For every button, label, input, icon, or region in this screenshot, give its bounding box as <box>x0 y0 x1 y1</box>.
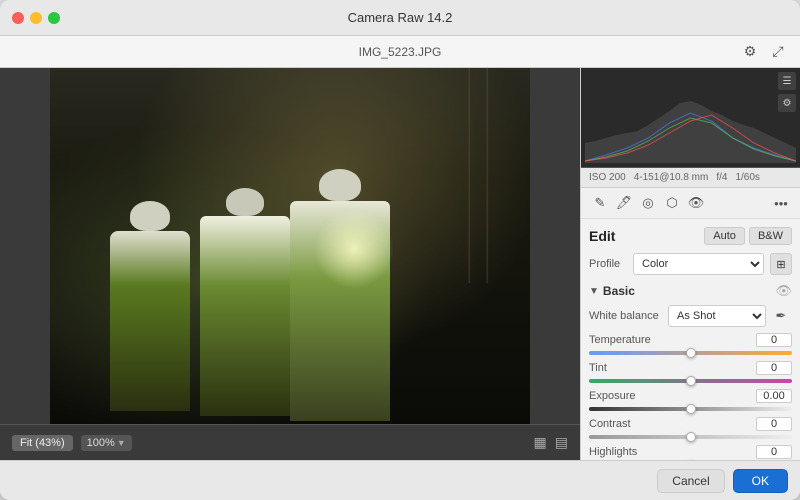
wb-eyedropper-icon[interactable]: ✒ <box>770 305 792 327</box>
profile-select[interactable]: Color <box>633 253 764 275</box>
edit-header: Edit Auto B&W <box>589 227 792 245</box>
meta-bar: ISO 200 4-151@10.8 mm f/4 1/60s <box>581 168 800 188</box>
slider-thumb[interactable] <box>686 348 696 358</box>
slider-track[interactable] <box>589 435 792 439</box>
settings-icon[interactable]: ⚙ <box>740 42 760 62</box>
histogram-chart <box>585 83 796 163</box>
title-bar: Camera Raw 14.2 <box>0 0 800 36</box>
histogram-panel-icons: ☰ ⚙ <box>778 72 796 112</box>
basic-title-label: Basic <box>603 284 635 298</box>
slider-value[interactable]: 0 <box>756 417 792 431</box>
basic-section-title: ▼ Basic <box>589 284 635 298</box>
fit-button[interactable]: Fit (43%) <box>12 435 73 451</box>
slider-value[interactable]: 0 <box>756 333 792 347</box>
white-balance-row: White balance As Shot ✒ <box>589 305 792 327</box>
basic-chevron-icon: ▼ <box>589 286 599 297</box>
shutter-label: 1/60s <box>735 172 759 183</box>
zoom-value: 100% <box>87 437 115 449</box>
image-toolbar: Fit (43%) 100% ▼ ▦ ▤ <box>0 424 580 460</box>
bottom-bar: Cancel OK <box>0 460 800 500</box>
traffic-lights <box>12 12 60 24</box>
edit-buttons: Auto B&W <box>704 227 792 245</box>
detail-panel-icon[interactable]: 👁 <box>685 192 707 214</box>
grid-view-icon[interactable]: ▦ <box>534 434 547 451</box>
sliders-container: Temperature 0 Tint 0 Exposure 0.00 <box>589 333 792 460</box>
profile-label: Profile <box>589 258 627 270</box>
auto-button[interactable]: Auto <box>704 227 745 245</box>
eyedropper-panel-icon[interactable]: 🖊 <box>613 192 635 214</box>
edit-title: Edit <box>589 228 615 244</box>
close-button[interactable] <box>12 12 24 24</box>
iso-label: ISO 200 <box>589 172 626 183</box>
filmstrip-icon[interactable]: ▤ <box>555 434 568 451</box>
photo-container <box>50 68 530 424</box>
filename-label: IMG_5223.JPG <box>359 45 442 59</box>
slider-name: Temperature <box>589 334 651 346</box>
slider-row-highlights: Highlights 0 <box>589 445 792 460</box>
slider-name: Contrast <box>589 418 631 430</box>
slider-labels: Highlights 0 <box>589 445 792 459</box>
histogram-options-icon[interactable]: ☰ <box>778 72 796 90</box>
slider-thumb[interactable] <box>686 432 696 442</box>
minimize-button[interactable] <box>30 12 42 24</box>
fullscreen-icon[interactable]: ⤢ <box>768 42 788 62</box>
zoom-chevron-icon: ▼ <box>117 438 126 448</box>
zoom-display: 100% ▼ <box>81 435 132 451</box>
ok-button[interactable]: OK <box>733 469 788 493</box>
worker-silhouette-1 <box>110 231 190 411</box>
cancel-button[interactable]: Cancel <box>657 469 724 493</box>
slider-row-exposure: Exposure 0.00 <box>589 389 792 411</box>
profile-grid-icon[interactable]: ⊞ <box>770 253 792 275</box>
slider-track[interactable] <box>589 407 792 411</box>
image-panel: Fit (43%) 100% ▼ ▦ ▤ <box>0 68 580 460</box>
wb-select[interactable]: As Shot <box>668 305 766 327</box>
slider-name: Exposure <box>589 390 635 402</box>
main-content: Fit (43%) 100% ▼ ▦ ▤ <box>0 68 800 460</box>
slider-value[interactable]: 0 <box>756 445 792 459</box>
slider-name: Highlights <box>589 446 637 458</box>
slider-value[interactable]: 0 <box>756 361 792 375</box>
maximize-button[interactable] <box>48 12 60 24</box>
slider-thumb[interactable] <box>686 376 696 386</box>
slider-row-temperature: Temperature 0 <box>589 333 792 355</box>
app-window: Camera Raw 14.2 IMG_5223.JPG ⚙ ⤢ <box>0 0 800 500</box>
slider-row-tint: Tint 0 <box>589 361 792 383</box>
slider-labels: Tint 0 <box>589 361 792 375</box>
histogram-adjust-icon[interactable]: ⚙ <box>778 94 796 112</box>
aperture-label: f/4 <box>716 172 727 183</box>
scaffold-structure <box>450 68 510 283</box>
slider-track[interactable] <box>589 351 792 355</box>
focal-label: 4-151@10.8 mm <box>634 172 709 183</box>
subtitle-actions: ⚙ ⤢ <box>740 42 788 62</box>
image-area <box>0 68 580 424</box>
worker-silhouette-2 <box>200 216 290 416</box>
subtitle-bar: IMG_5223.JPG ⚙ ⤢ <box>0 36 800 68</box>
slider-row-contrast: Contrast 0 <box>589 417 792 439</box>
slider-labels: Contrast 0 <box>589 417 792 431</box>
photo-background <box>50 68 530 424</box>
slider-labels: Temperature 0 <box>589 333 792 347</box>
histogram-area: ☰ ⚙ <box>581 68 800 168</box>
wb-label: White balance <box>589 310 664 322</box>
edit-panel-icon[interactable]: ✎ <box>589 192 611 214</box>
window-title: Camera Raw 14.2 <box>348 10 453 25</box>
bw-button[interactable]: B&W <box>749 227 792 245</box>
profile-row: Profile Color ⊞ <box>589 253 792 275</box>
bright-spot <box>314 209 394 289</box>
slider-thumb[interactable] <box>686 404 696 414</box>
basic-section-header[interactable]: ▼ Basic 👁 <box>589 283 792 299</box>
fx-panel-icon[interactable]: ⬡ <box>661 192 683 214</box>
right-panel: ☰ ⚙ ISO 200 4-151@10.8 mm f/4 1/60s ✎ 🖊 … <box>580 68 800 460</box>
adjust-panel-icon[interactable]: ◎ <box>637 192 659 214</box>
view-icons: ▦ ▤ <box>534 434 568 451</box>
slider-name: Tint <box>589 362 607 374</box>
slider-track[interactable] <box>589 379 792 383</box>
rpanel-toolbar: ✎ 🖊 ◎ ⬡ 👁 ••• <box>581 188 800 219</box>
basic-visibility-icon[interactable]: 👁 <box>775 283 792 299</box>
more-panel-icon[interactable]: ••• <box>770 192 792 214</box>
slider-value[interactable]: 0.00 <box>756 389 792 403</box>
slider-labels: Exposure 0.00 <box>589 389 792 403</box>
controls-area[interactable]: Edit Auto B&W Profile Color ⊞ <box>581 219 800 460</box>
